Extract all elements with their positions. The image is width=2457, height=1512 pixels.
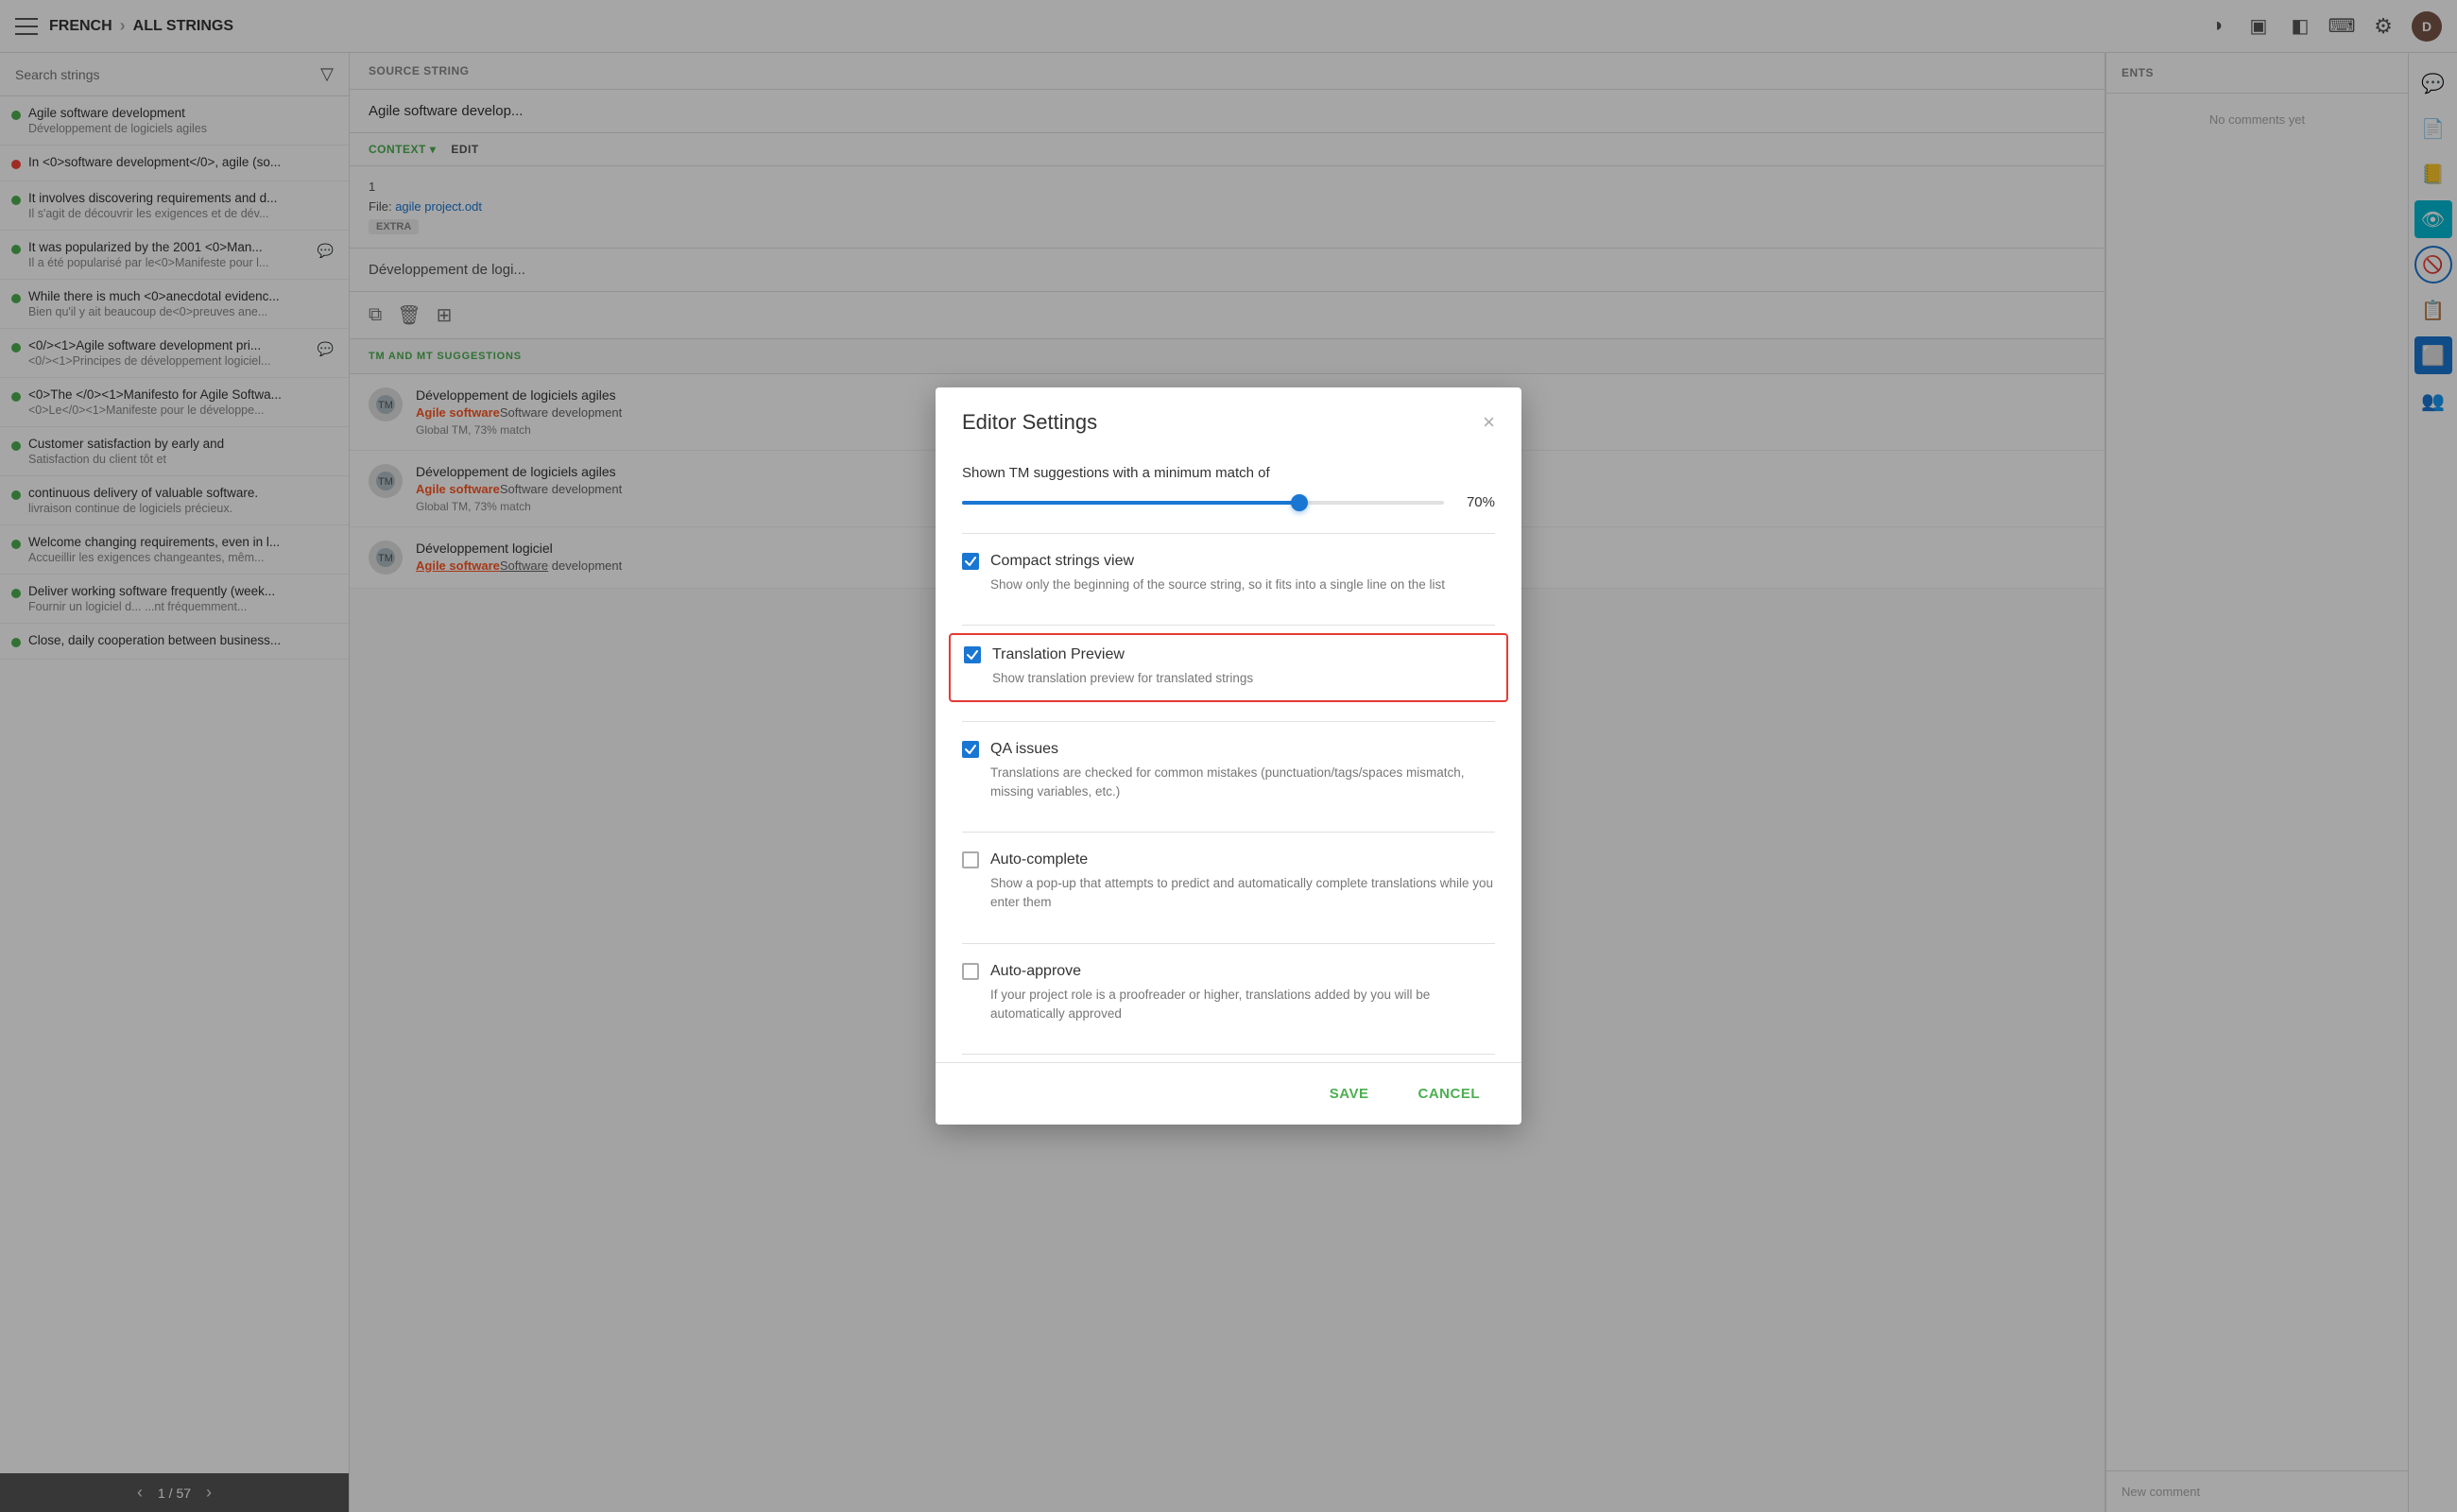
auto-complete-desc: Show a pop-up that attempts to predict a… — [990, 874, 1495, 913]
cancel-button[interactable]: CANCEL — [1403, 1078, 1496, 1109]
setting-compact-strings: Compact strings view Show only the begin… — [962, 541, 1495, 606]
auto-complete-label: Auto-complete — [990, 851, 1088, 868]
tm-slider-label: Shown TM suggestions with a minimum matc… — [962, 465, 1495, 481]
setting-qa-issues: QA issues Translations are checked for c… — [962, 730, 1495, 814]
divider — [962, 1054, 1495, 1055]
qa-issues-label: QA issues — [990, 741, 1058, 758]
translation-preview-checkbox[interactable] — [964, 646, 981, 663]
modal-header: Editor Settings × — [936, 387, 1521, 450]
tm-slider-section: Shown TM suggestions with a minimum matc… — [962, 465, 1495, 510]
auto-complete-checkbox[interactable] — [962, 851, 979, 868]
slider-thumb[interactable] — [1291, 494, 1308, 511]
save-button[interactable]: SAVE — [1314, 1078, 1384, 1109]
divider — [962, 533, 1495, 534]
modal-overlay: Editor Settings × Shown TM suggestions w… — [0, 0, 2457, 1512]
compact-strings-label: Compact strings view — [990, 553, 1134, 570]
compact-strings-desc: Show only the beginning of the source st… — [990, 576, 1495, 594]
divider — [962, 943, 1495, 944]
setting-translation-preview: Translation Preview Show translation pre… — [949, 633, 1508, 701]
auto-approve-checkbox[interactable] — [962, 963, 979, 980]
divider — [962, 832, 1495, 833]
auto-approve-label: Auto-approve — [990, 963, 1081, 980]
modal-body: Shown TM suggestions with a minimum matc… — [936, 450, 1521, 1062]
tm-slider-track[interactable] — [962, 501, 1444, 505]
translation-preview-label: Translation Preview — [992, 646, 1125, 663]
editor-settings-modal: Editor Settings × Shown TM suggestions w… — [936, 387, 1521, 1125]
modal-close-button[interactable]: × — [1483, 412, 1495, 433]
modal-title: Editor Settings — [962, 410, 1097, 435]
tm-slider-value: 70% — [1457, 494, 1495, 510]
translation-preview-desc: Show translation preview for translated … — [992, 669, 1493, 688]
qa-issues-desc: Translations are checked for common mist… — [990, 764, 1495, 802]
modal-footer: SAVE CANCEL — [936, 1062, 1521, 1125]
compact-strings-checkbox[interactable] — [962, 553, 979, 570]
slider-fill — [962, 501, 1299, 505]
qa-issues-checkbox[interactable] — [962, 741, 979, 758]
setting-auto-approve: Auto-approve If your project role is a p… — [962, 952, 1495, 1036]
divider — [962, 721, 1495, 722]
divider — [962, 625, 1495, 626]
auto-approve-desc: If your project role is a proofreader or… — [990, 986, 1495, 1024]
setting-auto-complete: Auto-complete Show a pop-up that attempt… — [962, 840, 1495, 924]
